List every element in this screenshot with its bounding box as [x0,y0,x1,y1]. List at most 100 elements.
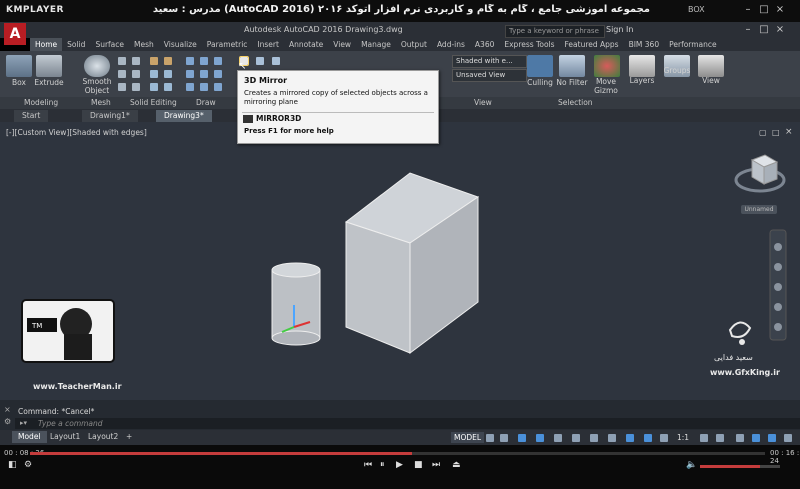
mesh-cylinder-icon[interactable] [132,57,140,65]
doc-tab-drawing1[interactable]: Drawing1* [82,110,138,122]
move-gizmo-icon[interactable] [594,55,620,77]
groups-label[interactable]: Groups [658,66,696,75]
ribbon-tab-add-ins[interactable]: Add-ins [432,38,470,51]
cylinder-solid[interactable] [271,262,321,346]
dynamic-ucs-icon[interactable] [518,434,526,442]
ribbon-tab-view[interactable]: View [328,38,356,51]
ribbon-tab-parametric[interactable]: Parametric [202,38,253,51]
ribbon-tab-output[interactable]: Output [396,38,432,51]
panel-label-modeling[interactable]: Modeling [24,98,58,107]
culling-icon[interactable] [527,55,553,77]
spline-icon[interactable] [214,70,222,78]
move-gizmo-label[interactable]: Move Gizmo [588,77,624,95]
extrude-button-label[interactable]: Extrude [33,78,65,87]
hatch-icon[interactable] [200,83,208,91]
layout-tab-model[interactable]: Model [12,431,47,443]
box-button-label[interactable]: Box [4,78,34,87]
osnap-tracking-icon[interactable] [572,434,580,442]
player-minimize-icon[interactable]: – [742,4,754,16]
ribbon-tab-express-tools[interactable]: Express Tools [499,38,559,51]
player-settings-icon[interactable]: ⚙ [24,460,32,470]
ribbon-tab-manage[interactable]: Manage [356,38,396,51]
mesh-smooth-more-icon[interactable] [118,70,126,78]
stop-icon[interactable]: ■ [414,460,423,470]
navigation-bar[interactable] [769,229,787,341]
polar-tracking-icon[interactable] [536,434,544,442]
sign-in-link[interactable]: Sign In [606,25,633,34]
layers-label[interactable]: Layers [624,76,660,85]
ribbon-tab-performance[interactable]: Performance [664,38,722,51]
mesh-crease-icon[interactable] [132,83,140,91]
autocad-logo[interactable]: A [4,23,26,45]
search-input[interactable]: Type a keyword or phrase [505,25,605,38]
layers-icon[interactable] [629,55,655,77]
mesh-box-icon[interactable] [118,57,126,65]
snap-icon[interactable] [500,434,508,442]
saved-view-dropdown[interactable]: Unsaved View [452,69,527,82]
workspace-gear-icon[interactable] [700,434,708,442]
customize-menu-icon[interactable] [784,434,792,442]
panel-label-solid-editing[interactable]: Solid Editing [130,98,177,107]
ribbon-tab-solid[interactable]: Solid [62,38,90,51]
ribbon-tab-surface[interactable]: Surface [90,38,129,51]
selection-cycling-icon[interactable] [644,434,652,442]
command-prompt-icon[interactable]: ▸▾ [20,419,27,427]
view-label[interactable]: View [693,76,729,85]
layout-add-button[interactable]: + [120,431,138,443]
ribbon-tab-bim-360[interactable]: BIM 360 [624,38,665,51]
player-3d-icon[interactable]: ◧ [8,460,17,470]
extrude-icon[interactable] [36,55,62,77]
app-minimize-icon[interactable]: – [742,24,754,36]
union-icon[interactable] [150,57,158,65]
app-close-icon[interactable]: × [774,24,786,36]
box-icon[interactable] [6,55,32,77]
3d-move-icon[interactable] [272,57,280,65]
player-restore-icon[interactable]: □ [758,4,770,16]
command-placeholder[interactable]: Type a command [38,419,103,428]
play-icon[interactable]: ▶ [396,460,403,470]
view-icon[interactable] [698,55,724,77]
hardware-acceleration-icon[interactable] [752,434,760,442]
ribbon-tab-annotate[interactable]: Annotate [284,38,328,51]
line-icon[interactable] [186,57,194,65]
3d-osnap-icon[interactable] [626,434,634,442]
app-restore-icon[interactable]: □ [758,24,770,36]
cube-solid[interactable] [344,172,480,354]
ribbon-tab-home[interactable]: Home [30,38,63,51]
osnap-icon[interactable] [590,434,598,442]
command-wrench-icon[interactable]: ⚙ [4,417,11,426]
units-icon[interactable] [736,434,744,442]
subtract-icon[interactable] [164,57,172,65]
open-file-icon[interactable]: ⏏ [452,460,461,470]
annotation-scale-value[interactable]: 1:1 [677,433,689,442]
isolate-objects-icon[interactable] [768,434,776,442]
command-input[interactable] [15,418,800,429]
circle-icon[interactable] [186,70,194,78]
layout-tab-layout2[interactable]: Layout2 [82,431,124,443]
separate-icon[interactable] [164,70,172,78]
panel-label-mesh[interactable]: Mesh [91,98,111,107]
panel-label-draw[interactable]: Draw [196,98,216,107]
ribbon-tab-insert[interactable]: Insert [252,38,284,51]
pause-icon[interactable]: ⏸ [380,460,385,470]
polyline-icon[interactable] [200,57,208,65]
viewcube-icon[interactable] [734,154,786,193]
ucs-unnamed-label[interactable]: Unnamed [741,205,777,214]
player-close-icon[interactable]: × [774,4,786,16]
doc-tab-start[interactable]: Start [14,110,49,122]
point-icon[interactable] [214,83,222,91]
mesh-smooth-less-icon[interactable] [132,70,140,78]
isodraft-icon[interactable] [554,434,562,442]
next-icon[interactable]: ⏭ [432,460,440,470]
ribbon-tab-mesh[interactable]: Mesh [129,38,159,51]
command-close-icon[interactable]: × [4,405,11,414]
grid-icon[interactable] [486,434,494,442]
doc-tab-drawing3[interactable]: Drawing3* [156,110,212,122]
no-filter-icon[interactable] [559,55,585,77]
3d-rotate-icon[interactable] [256,57,264,65]
mesh-refine-icon[interactable] [118,83,126,91]
previous-icon[interactable]: ⏮ [364,460,372,470]
visual-style-dropdown[interactable]: Shaded with e... [452,55,527,68]
panel-label-view[interactable]: View [474,98,492,107]
ribbon-tab-visualize[interactable]: Visualize [159,38,202,51]
